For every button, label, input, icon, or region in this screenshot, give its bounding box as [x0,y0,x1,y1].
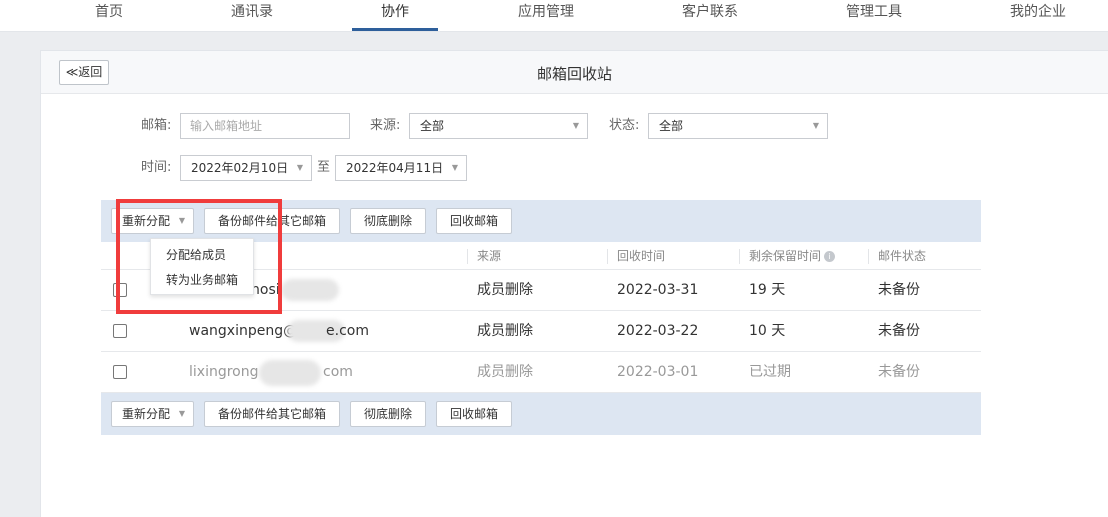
email-cell-prefix: wangxinpeng@ [189,323,298,339]
chevron-down-icon: ▼ [451,163,458,172]
chevron-down-icon: ▼ [572,121,579,130]
status-filter-label: 状态: [609,118,640,133]
email-cell-prefix: lixingrong [189,364,259,380]
mail-status-cell: 未备份 [878,323,920,339]
recycle-time-cell: 2022-03-01 [617,364,699,380]
source-cell: 成员删除 [477,282,533,298]
date-from-value: 2022年02月10日 [191,161,289,175]
row-checkbox[interactable] [113,365,127,379]
email-cell-suffix: e.com [326,323,369,339]
nav-item-customer-contact[interactable]: 客户联系 [670,0,750,32]
column-divider [739,249,740,264]
remaining-time-cell: 已过期 [749,364,791,380]
column-header-mail-status: 邮件状态 [878,249,927,263]
remaining-time-label: 剩余保留时间 [749,249,822,263]
mailbox-search-input[interactable]: 输入邮箱地址 [180,113,350,139]
reassign-button[interactable]: 重新分配 ▼ [111,401,194,427]
column-divider [467,249,468,264]
mailbox-filter-label: 邮箱: [141,118,172,133]
column-divider [868,249,869,264]
redacted-area [259,360,321,386]
table-row: wangxinpeng@ e.com 成员删除 2022-03-22 10 天 … [101,311,981,352]
source-select[interactable]: 全部 ▼ [409,113,588,139]
permanent-delete-button[interactable]: 彻底删除 [350,208,426,234]
page-title: 邮箱回收站 [536,65,612,83]
nav-item-collaboration[interactable]: 协作 [352,0,438,32]
recycle-time-cell: 2022-03-31 [617,282,699,298]
nav-item-my-enterprise[interactable]: 我的企业 [998,0,1078,32]
column-header-recycle-time: 回收时间 [617,249,666,263]
remaining-time-cell: 19 天 [749,282,786,298]
date-from-select[interactable]: 2022年02月10日 ▼ [180,155,312,181]
table-row: lixingrong com 成员删除 2022-03-01 已过期 未备份 [101,352,981,393]
status-select[interactable]: 全部 ▼ [648,113,828,139]
remaining-time-cell: 10 天 [749,323,786,339]
top-nav: 首页 通讯录 协作 应用管理 客户联系 管理工具 我的企业 [0,0,1108,32]
status-select-value: 全部 [659,119,684,133]
mail-status-cell: 未备份 [878,282,920,298]
nav-item-home[interactable]: 首页 [80,0,138,32]
recycle-time-cell: 2022-03-22 [617,323,699,339]
source-cell: 成员删除 [477,323,533,339]
column-header-remaining-time: 剩余保留时间 i [749,243,836,270]
source-filter-label: 来源: [370,118,401,133]
date-range-separator: 至 [317,160,331,175]
chevron-down-icon: ▼ [178,409,185,418]
info-icon[interactable]: i [824,251,836,262]
annotation-highlight-box [116,199,282,314]
chevron-down-icon: ▼ [296,163,303,172]
bottom-toolbar: 重新分配 ▼ 备份邮件给其它邮箱 彻底删除 回收邮箱 [101,393,981,435]
nav-item-contacts[interactable]: 通讯录 [218,0,286,32]
email-cell-suffix: com [323,364,353,380]
time-filter-label: 时间: [141,160,172,175]
reassign-label: 重新分配 [122,407,171,421]
recover-mailbox-button[interactable]: 回收邮箱 [436,401,512,427]
source-cell: 成员删除 [477,364,533,380]
source-select-value: 全部 [420,119,445,133]
mail-status-cell: 未备份 [878,364,920,380]
nav-item-management-tools[interactable]: 管理工具 [834,0,914,32]
row-checkbox[interactable] [113,324,127,338]
recover-mailbox-button[interactable]: 回收邮箱 [436,208,512,234]
backup-to-other-mailbox-button[interactable]: 备份邮件给其它邮箱 [204,401,340,427]
column-divider [607,249,608,264]
chevron-down-icon: ▼ [812,121,819,130]
permanent-delete-button[interactable]: 彻底删除 [350,401,426,427]
card-header: ≪返回 邮箱回收站 [41,51,1108,94]
nav-item-app-management[interactable]: 应用管理 [505,0,587,32]
redacted-area [281,279,339,301]
date-to-select[interactable]: 2022年04月11日 ▼ [335,155,467,181]
column-header-source: 来源 [477,249,502,263]
nav-active-indicator [352,28,438,31]
date-to-value: 2022年04月11日 [346,161,444,175]
